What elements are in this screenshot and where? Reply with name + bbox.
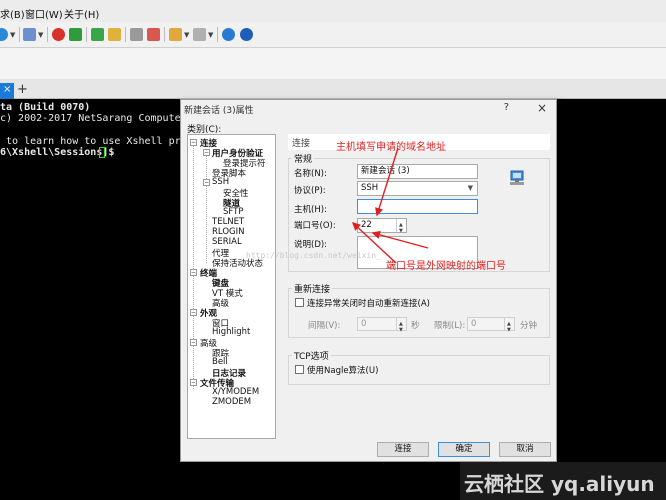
keyboard-icon[interactable] [130, 28, 143, 41]
toolbar: ▼ ▼ ▼ ▼ [0, 22, 666, 48]
menu-item-window[interactable]: 窗口(W) [25, 6, 63, 21]
font-icon[interactable] [23, 28, 36, 41]
terminal-cursor [99, 147, 105, 158]
toolbar-separator [86, 27, 87, 42]
menu-item-about[interactable]: 关于(H) [64, 6, 99, 21]
toolbar-separator [164, 27, 165, 42]
session-properties-dialog: 新建会话 (3)属性 ? × 类别(C): − 连接 − 用户身份验证 登录提示… [180, 99, 557, 462]
toolbar-separator [125, 27, 126, 42]
toolbar-separator [47, 27, 48, 42]
info-icon[interactable] [240, 28, 253, 41]
session-tab-bar [0, 79, 666, 99]
layout-icon[interactable] [193, 28, 206, 41]
folder-icon[interactable] [169, 28, 182, 41]
menu-item-tools[interactable]: 求(B) [0, 6, 25, 21]
toolbar-separator [217, 27, 218, 42]
chevron-down-icon[interactable]: ▼ [38, 31, 43, 39]
terminal-line: ta (Build 0070) [0, 102, 91, 113]
address-bar-area [0, 48, 666, 79]
menu-bar: 求(B) 窗口(W) 关于(H) [0, 0, 666, 22]
lock-icon[interactable] [108, 28, 121, 41]
xshell-logo-icon[interactable] [52, 28, 65, 41]
brand-watermark: 云栖社区 yq.aliyun [460, 462, 666, 500]
chevron-down-icon[interactable]: ▼ [184, 31, 189, 39]
host-arrow [375, 147, 399, 217]
brand-text: 云栖社区 yq.aliyun [464, 472, 655, 496]
chevron-down-icon[interactable]: ▼ [208, 31, 213, 39]
tab-close-icon[interactable]: × [3, 84, 11, 95]
xftp-icon[interactable] [69, 28, 82, 41]
fullscreen-icon[interactable] [91, 28, 104, 41]
port-arrow-lower [371, 230, 429, 249]
port-arrow-upper [351, 222, 397, 264]
annotation-arrows [351, 147, 429, 264]
globe-icon[interactable] [0, 28, 8, 41]
toolbar-separator [19, 27, 20, 42]
new-tab-icon[interactable]: + [17, 82, 28, 97]
help-icon[interactable] [222, 28, 235, 41]
chevron-down-icon[interactable]: ▼ [10, 31, 15, 39]
pen-icon[interactable] [147, 28, 160, 41]
